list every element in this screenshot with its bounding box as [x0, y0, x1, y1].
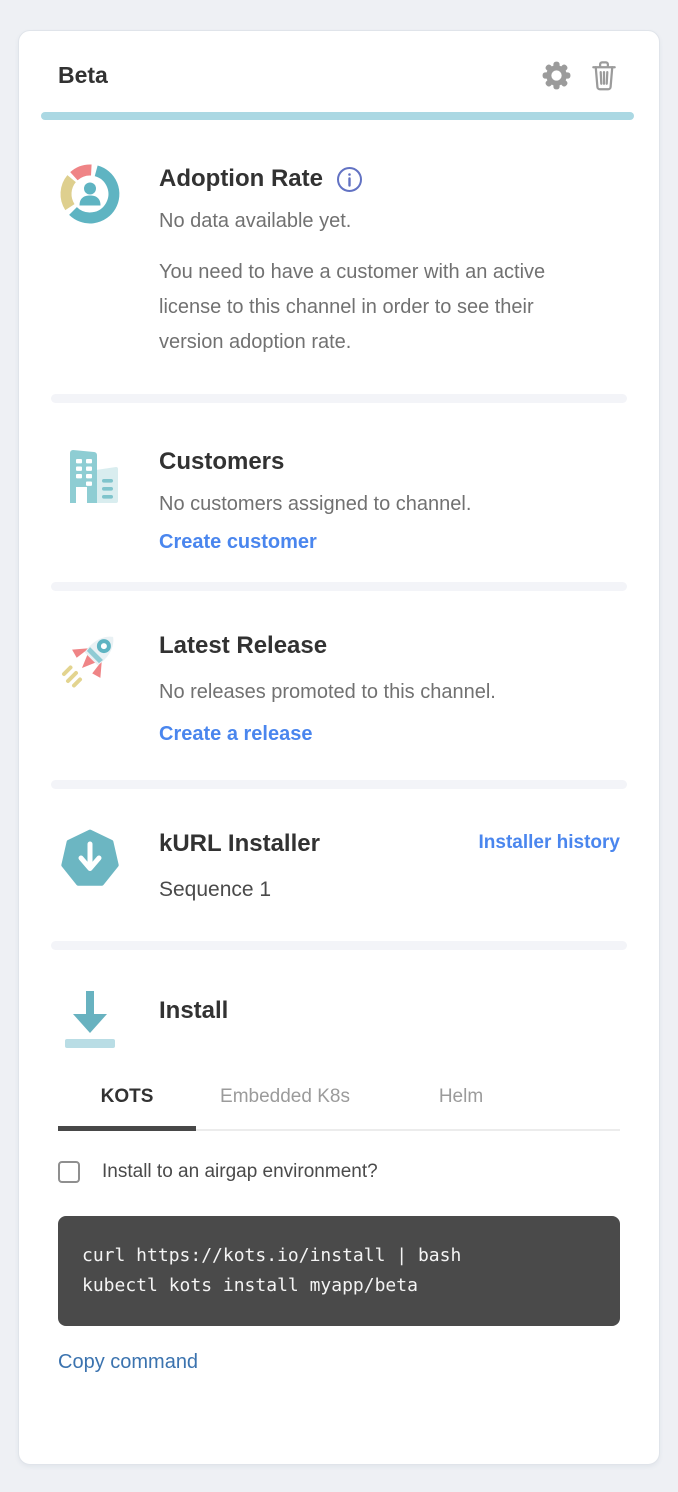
channel-title: Beta [58, 62, 540, 89]
section-divider [51, 582, 627, 591]
card-header: Beta [19, 31, 659, 92]
latest-release-heading: Latest Release [159, 629, 620, 663]
info-icon[interactable] [336, 166, 363, 193]
installer-history-link[interactable]: Installer history [479, 832, 621, 853]
gear-icon [540, 80, 573, 95]
adoption-rate-heading: Adoption Rate [159, 162, 620, 196]
tab-helm[interactable]: Helm [374, 1076, 548, 1131]
section-divider [51, 780, 627, 789]
section-divider [51, 394, 627, 403]
header-actions [540, 59, 619, 92]
adoption-status-text: No data available yet. [159, 204, 620, 238]
kurl-heptagon-download-icon [58, 827, 122, 891]
section-install: Install [58, 986, 620, 1050]
tab-kots[interactable]: KOTS [58, 1076, 196, 1131]
install-command-code-block: curl https://kots.io/install | bashkubec… [58, 1216, 620, 1326]
airgap-row: Install to an airgap environment? [58, 1161, 620, 1183]
section-customers: Customers No customers assigned to chann… [58, 445, 620, 554]
section-divider [51, 941, 627, 950]
channel-accent-rule [41, 112, 634, 120]
install-tabs: KOTS Embedded K8s Helm [58, 1076, 620, 1131]
adoption-donut-icon [58, 162, 122, 226]
section-latest-release: Latest Release No releases promoted to t… [58, 629, 620, 746]
code-line: curl https://kots.io/install | bash [82, 1241, 596, 1271]
airgap-checkbox[interactable] [58, 1161, 80, 1183]
create-customer-link[interactable]: Create customer [159, 531, 317, 554]
release-status-text: No releases promoted to this channel. [159, 675, 620, 709]
tab-embedded-k8s[interactable]: Embedded K8s [196, 1076, 374, 1131]
customers-heading: Customers [159, 445, 620, 479]
kurl-installer-heading: kURL Installer [159, 827, 320, 861]
customers-building-icon [58, 445, 122, 509]
adoption-description-text: You need to have a customer with an acti… [159, 255, 574, 360]
installer-sequence-text: Sequence 1 [159, 873, 320, 907]
release-rocket-icon [58, 629, 122, 693]
airgap-label[interactable]: Install to an airgap environment? [102, 1161, 378, 1183]
channel-card: Beta [18, 30, 660, 1465]
section-kurl-installer: kURL Installer Sequence 1 Installer hist… [58, 827, 620, 907]
customers-status-text: No customers assigned to channel. [159, 487, 620, 521]
copy-command-link[interactable]: Copy command [58, 1351, 198, 1374]
create-release-link[interactable]: Create a release [159, 723, 312, 746]
delete-channel-button[interactable] [589, 59, 619, 92]
install-heading: Install [159, 994, 620, 1028]
section-adoption-rate: Adoption Rate No data available yet. You… [58, 162, 620, 360]
settings-button[interactable] [540, 59, 573, 92]
code-line: kubectl kots install myapp/beta [82, 1271, 596, 1301]
install-download-icon [58, 986, 122, 1050]
trash-icon [589, 80, 619, 95]
